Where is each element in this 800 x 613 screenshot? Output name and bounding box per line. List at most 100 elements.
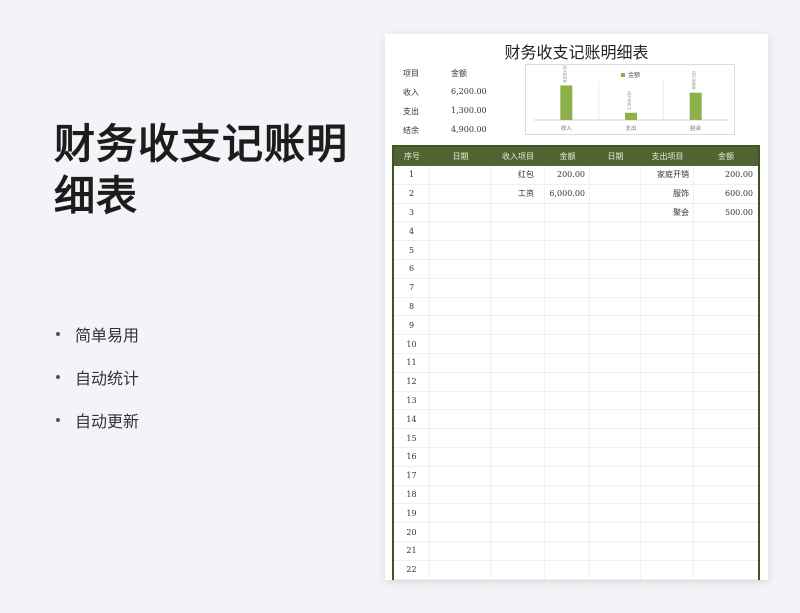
table-cell[interactable]: 200.00 [694,166,758,184]
table-cell[interactable] [590,429,641,447]
table-cell[interactable] [641,485,694,504]
table-cell[interactable] [430,560,491,579]
table-cell[interactable] [590,353,641,372]
table-cell[interactable] [590,316,641,335]
table-cell[interactable]: 20 [394,523,430,541]
table-cell[interactable] [545,222,590,241]
table-cell[interactable] [694,429,758,447]
table-cell[interactable] [590,335,641,353]
table-cell[interactable] [545,335,590,353]
table-cell[interactable] [590,541,641,560]
table-cell[interactable] [430,166,491,184]
table-cell[interactable] [491,410,545,429]
table-cell[interactable] [641,429,694,447]
table-cell[interactable] [545,447,590,466]
table-cell[interactable] [491,504,545,523]
table-cell[interactable] [694,561,758,579]
table-cell[interactable]: 家庭开销 [641,166,694,184]
table-cell[interactable]: 红包 [491,166,545,184]
table-cell[interactable] [694,486,758,504]
table-cell[interactable] [545,353,590,372]
table-cell[interactable] [590,410,641,429]
table-cell[interactable] [641,541,694,560]
table-cell[interactable] [641,241,694,259]
table-cell[interactable] [590,485,641,504]
table-cell[interactable] [491,391,545,410]
table-cell[interactable] [694,222,758,240]
table-cell[interactable] [590,203,641,222]
table-cell[interactable] [641,560,694,579]
table-cell[interactable] [694,373,758,391]
table-cell[interactable] [491,447,545,466]
table-cell[interactable] [430,485,491,504]
table-cell[interactable] [545,504,590,523]
table-cell[interactable] [590,259,641,278]
table-cell[interactable] [590,297,641,316]
table-cell[interactable]: 500.00 [694,204,758,222]
table-cell[interactable]: 3 [394,203,430,222]
table-cell[interactable] [545,316,590,335]
table-cell[interactable] [545,560,590,579]
table-cell[interactable] [491,485,545,504]
table-cell[interactable] [590,241,641,259]
table-cell[interactable] [491,523,545,541]
table-cell[interactable]: 22 [394,560,430,579]
table-cell[interactable]: 工资 [491,184,545,203]
table-cell[interactable] [694,279,758,297]
table-cell[interactable] [641,278,694,297]
table-cell[interactable] [694,335,758,353]
table-cell[interactable] [590,391,641,410]
table-cell[interactable] [641,504,694,523]
table-cell[interactable] [694,316,758,334]
table-cell[interactable]: 7 [394,278,430,297]
table-cell[interactable] [545,391,590,410]
table-cell[interactable] [590,560,641,579]
table-cell[interactable] [491,259,545,278]
table-cell[interactable] [641,222,694,241]
table-cell[interactable] [590,222,641,241]
table-cell[interactable] [430,447,491,466]
table-cell[interactable] [430,466,491,485]
table-cell[interactable] [641,372,694,391]
table-cell[interactable] [590,372,641,391]
table-cell[interactable] [641,353,694,372]
table-cell[interactable] [590,447,641,466]
table-cell[interactable] [491,335,545,353]
table-cell[interactable] [641,335,694,353]
table-cell[interactable] [430,353,491,372]
table-cell[interactable] [641,466,694,485]
table-cell[interactable] [491,560,545,579]
table-cell[interactable] [694,241,758,259]
table-cell[interactable] [545,372,590,391]
table-cell[interactable] [430,316,491,335]
table-cell[interactable] [694,504,758,522]
table-cell[interactable]: 服饰 [641,184,694,203]
table-cell[interactable]: 17 [394,466,430,485]
table-cell[interactable]: 19 [394,504,430,523]
table-cell[interactable]: 9 [394,316,430,335]
table-cell[interactable] [491,203,545,222]
table-cell[interactable] [545,523,590,541]
table-cell[interactable]: 6,000.00 [545,184,590,203]
table-cell[interactable] [641,410,694,429]
table-cell[interactable]: 16 [394,447,430,466]
table-cell[interactable] [641,259,694,278]
table-cell[interactable]: 12 [394,372,430,391]
table-cell[interactable] [545,429,590,447]
table-cell[interactable] [430,504,491,523]
table-cell[interactable] [430,278,491,297]
table-cell[interactable]: 4 [394,222,430,241]
table-cell[interactable] [641,391,694,410]
table-cell[interactable]: 1 [394,166,430,184]
table-cell[interactable]: 10 [394,335,430,353]
table-cell[interactable] [641,297,694,316]
table-cell[interactable] [590,466,641,485]
table-cell[interactable] [430,297,491,316]
table-cell[interactable]: 5 [394,241,430,259]
table-cell[interactable] [694,260,758,278]
table-cell[interactable]: 600.00 [694,185,758,203]
table-cell[interactable] [430,410,491,429]
table-cell[interactable] [430,372,491,391]
table-cell[interactable] [491,297,545,316]
table-cell[interactable]: 聚会 [641,203,694,222]
